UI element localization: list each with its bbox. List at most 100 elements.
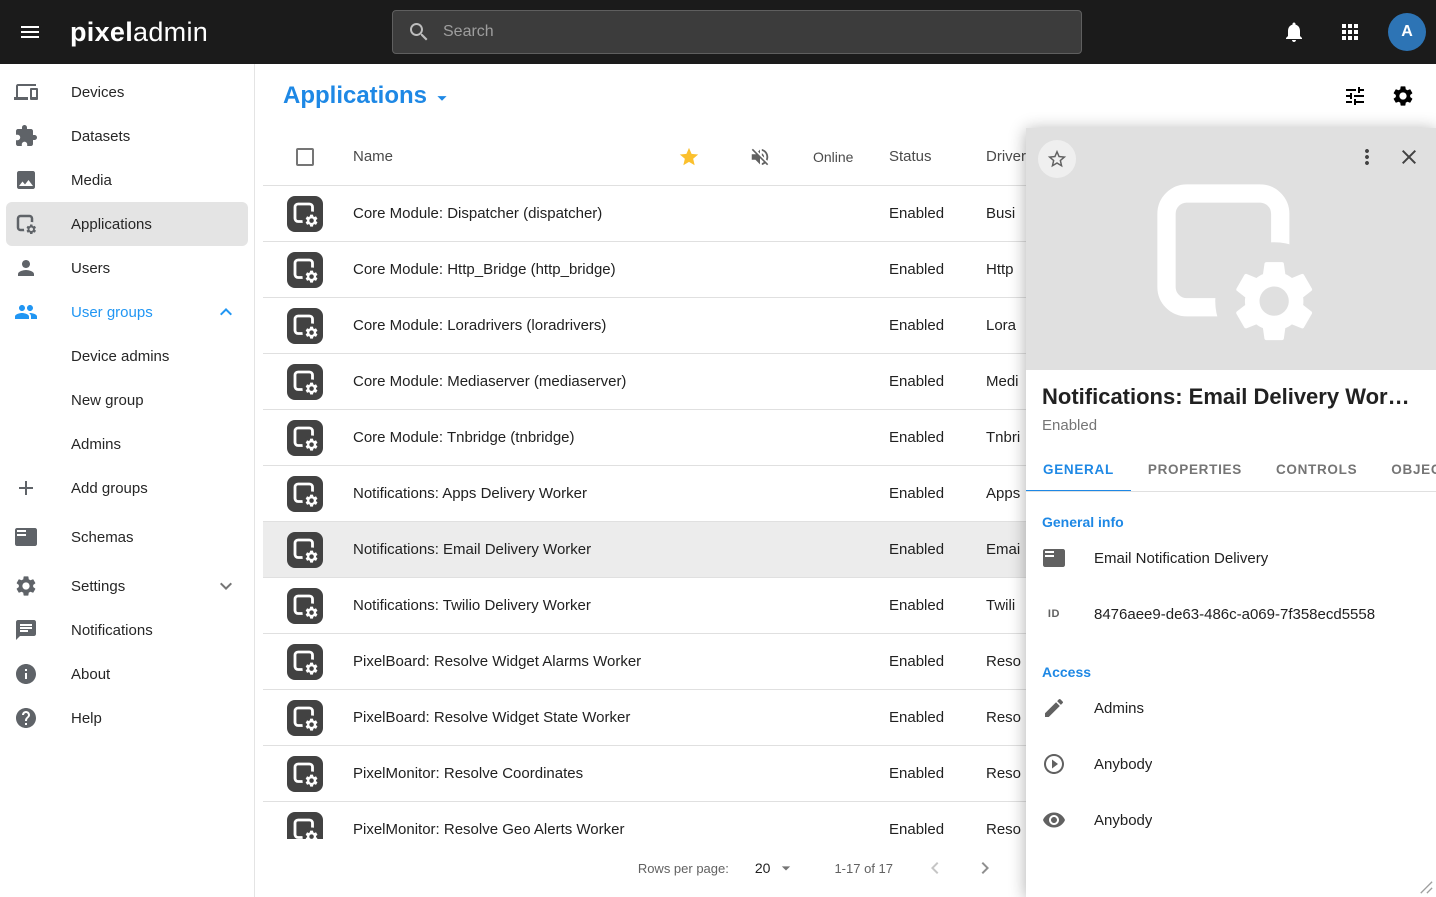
rows-per-page-select[interactable]: 20 — [755, 858, 797, 878]
apps-grid-button[interactable] — [1326, 8, 1374, 56]
application-icon — [287, 644, 323, 680]
application-icon — [287, 476, 323, 512]
info-id-row[interactable]: ID 8476aee9-de63-486c-a069-7f358ecd5558 — [1026, 586, 1436, 642]
panel-actions — [1346, 136, 1430, 178]
sidebar-item-about[interactable]: About — [6, 652, 248, 696]
tab-properties[interactable]: PROPERTIES — [1131, 450, 1259, 491]
pagination-bar: Rows per page: 20 1-17 of 17 — [255, 839, 1027, 897]
hamburger-icon — [18, 20, 42, 44]
sidebar-item-devices[interactable]: Devices — [6, 70, 248, 114]
access-run-value: Anybody — [1094, 756, 1152, 773]
close-icon — [1397, 145, 1421, 169]
access-run-row[interactable]: Anybody — [1026, 736, 1436, 792]
application-name: Core Module: Dispatcher (dispatcher) — [347, 205, 657, 222]
application-icon — [287, 532, 323, 568]
previous-page-button[interactable] — [923, 856, 947, 880]
people-icon — [14, 300, 38, 324]
column-header-online: Online — [799, 149, 879, 165]
info-name-row[interactable]: Email Notification Delivery — [1026, 530, 1436, 586]
sidebar-item-user-groups[interactable]: User groups — [6, 290, 248, 334]
chevron-down-icon[interactable] — [214, 574, 238, 598]
sidebar-item-schemas[interactable]: Schemas — [6, 515, 248, 559]
select-all-checkbox[interactable] — [296, 148, 314, 166]
chevron-up-icon[interactable] — [214, 300, 238, 324]
filter-button[interactable] — [1343, 84, 1367, 108]
sidebar-item-notifications[interactable]: Notifications — [6, 608, 248, 652]
status-text: Enabled — [879, 261, 974, 278]
application-name: PixelBoard: Resolve Widget State Worker — [347, 709, 657, 726]
page-title-dropdown[interactable]: Applications — [283, 82, 453, 110]
title-bar: Applications — [255, 64, 1436, 128]
pencil-icon — [1042, 696, 1066, 720]
sidebar-item-label: Notifications — [71, 622, 153, 639]
dropdown-caret-icon — [776, 858, 796, 878]
status-text: Enabled — [879, 485, 974, 502]
section-access: Access — [1042, 664, 1420, 680]
status-text: Enabled — [879, 821, 974, 838]
detail-panel: Notifications: Email Delivery Worker Ena… — [1026, 128, 1436, 897]
sidebar-item-applications[interactable]: Applications — [6, 202, 248, 246]
sidebar-item-datasets[interactable]: Datasets — [6, 114, 248, 158]
access-view-value: Anybody — [1094, 812, 1152, 829]
column-header-status: Status — [879, 148, 974, 165]
detail-title: Notifications: Email Delivery Worker — [1042, 384, 1420, 410]
status-text: Enabled — [879, 653, 974, 670]
gear-icon — [1391, 84, 1415, 108]
close-panel-button[interactable] — [1388, 136, 1430, 178]
application-hero-icon — [1134, 161, 1329, 356]
sidebar-item-label: Users — [71, 260, 110, 277]
sidebar-item-label: User groups — [71, 304, 153, 321]
vertical-dots-icon — [1355, 145, 1379, 169]
favorite-button[interactable] — [1038, 140, 1076, 178]
resize-handle[interactable] — [1419, 880, 1433, 894]
status-text: Enabled — [879, 317, 974, 334]
rows-per-page-value: 20 — [755, 860, 771, 876]
sidebar-item-settings[interactable]: Settings — [6, 564, 248, 608]
application-name: PixelMonitor: Resolve Geo Alerts Worker — [347, 821, 657, 838]
search-input[interactable] — [443, 23, 1067, 41]
topbar-actions: A — [1270, 8, 1426, 56]
application-icon — [287, 364, 323, 400]
sidebar-item-label: Applications — [71, 216, 152, 233]
sidebar-item-label: Settings — [71, 578, 125, 595]
sidebar-item-new-group[interactable]: New group — [6, 378, 248, 422]
sidebar-item-label: Admins — [71, 436, 121, 453]
menu-button[interactable] — [6, 8, 54, 56]
access-edit-row[interactable]: Admins — [1026, 680, 1436, 736]
sidebar-item-admins[interactable]: Admins — [6, 422, 248, 466]
application-name: Notifications: Apps Delivery Worker — [347, 485, 657, 502]
info-icon — [14, 662, 38, 686]
sidebar-item-device-admins[interactable]: Device admins — [6, 334, 248, 378]
search-bar[interactable] — [392, 10, 1082, 54]
application-name: Notifications: Email Delivery Worker — [347, 541, 657, 558]
chat-icon — [14, 618, 38, 642]
sidebar-item-add-groups[interactable]: Add groups — [6, 466, 248, 510]
application-name: Core Module: Loradrivers (loradrivers) — [347, 317, 657, 334]
brand-bold: pixel — [70, 17, 133, 47]
more-menu-button[interactable] — [1346, 136, 1388, 178]
sidebar-item-media[interactable]: Media — [6, 158, 248, 202]
tab-general[interactable]: GENERAL — [1026, 450, 1131, 492]
application-icon — [287, 420, 323, 456]
dropdown-caret-icon — [431, 87, 453, 109]
status-text: Enabled — [879, 541, 974, 558]
status-text: Enabled — [879, 709, 974, 726]
mute-column-icon[interactable] — [749, 146, 771, 168]
next-page-button[interactable] — [973, 856, 997, 880]
sidebar-item-label: Add groups — [71, 480, 148, 497]
sidebar-item-users[interactable]: Users — [6, 246, 248, 290]
avatar[interactable]: A — [1388, 13, 1426, 51]
access-view-row[interactable]: Anybody — [1026, 792, 1436, 848]
bell-icon — [1282, 20, 1306, 44]
notifications-button[interactable] — [1270, 8, 1318, 56]
sidebar-item-help[interactable]: Help — [6, 696, 248, 740]
tab-controls[interactable]: CONTROLS — [1259, 450, 1374, 491]
tune-icon — [1343, 84, 1367, 108]
star-column-icon[interactable] — [678, 146, 700, 168]
tab-objects[interactable]: OBJECTS — [1374, 450, 1436, 491]
sidebar: Devices Datasets Media Applications User… — [0, 64, 255, 897]
table-settings-button[interactable] — [1391, 84, 1415, 108]
app-logo: pixeladmin — [70, 17, 208, 48]
search-icon — [407, 20, 431, 44]
brand-light: admin — [133, 17, 208, 47]
